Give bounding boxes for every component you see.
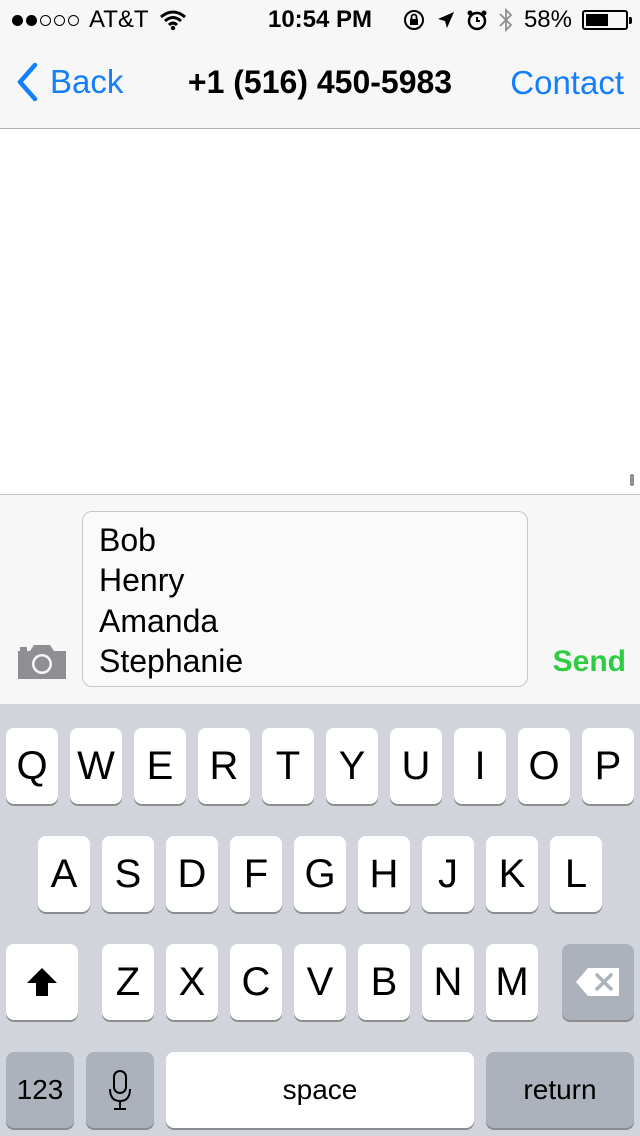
key-b[interactable]: B <box>358 944 410 1020</box>
key-n[interactable]: N <box>422 944 474 1020</box>
alarm-clock-icon <box>467 10 487 31</box>
battery-percent: 58% <box>523 6 572 33</box>
bluetooth-icon <box>499 7 513 33</box>
location-arrow-icon <box>437 12 454 28</box>
navigation-bar: Back +1 (516) 450-5983 Contact <box>0 40 640 129</box>
microphone-icon <box>109 1070 131 1110</box>
key-m[interactable]: M <box>486 944 538 1020</box>
key-w[interactable]: W <box>70 728 122 804</box>
key-i[interactable]: I <box>454 728 506 804</box>
shift-key[interactable] <box>6 944 78 1020</box>
battery-icon <box>582 10 632 30</box>
key-j[interactable]: J <box>422 836 474 912</box>
key-x[interactable]: X <box>166 944 218 1020</box>
status-bar: AT&T 10:54 PM 58% <box>0 0 640 40</box>
key-g[interactable]: G <box>294 836 346 912</box>
key-v[interactable]: V <box>294 944 346 1020</box>
delete-key[interactable] <box>562 944 634 1020</box>
key-f[interactable]: F <box>230 836 282 912</box>
key-z[interactable]: Z <box>102 944 154 1020</box>
rotation-lock-icon <box>403 10 424 30</box>
backspace-icon <box>576 968 619 996</box>
numbers-key[interactable]: 123 <box>6 1052 74 1128</box>
camera-icon[interactable] <box>16 641 68 681</box>
key-h[interactable]: H <box>358 836 410 912</box>
key-p[interactable]: P <box>582 728 634 804</box>
message-line: Amanda <box>99 603 219 639</box>
key-r[interactable]: R <box>198 728 250 804</box>
message-thread[interactable] <box>0 129 640 494</box>
key-t[interactable]: T <box>262 728 314 804</box>
dictation-key[interactable] <box>86 1052 154 1128</box>
key-e[interactable]: E <box>134 728 186 804</box>
key-c[interactable]: C <box>230 944 282 1020</box>
key-o[interactable]: O <box>518 728 570 804</box>
message-line: Henry <box>99 562 185 598</box>
key-s[interactable]: S <box>102 836 154 912</box>
scroll-indicator <box>630 474 634 486</box>
send-button[interactable]: Send <box>553 645 626 679</box>
contact-button[interactable]: Contact <box>510 64 624 102</box>
compose-bar: Bob Henry Amanda Stephanie Send <box>0 494 640 705</box>
return-key[interactable]: return <box>486 1052 634 1128</box>
message-line: Stephanie <box>99 643 244 679</box>
shift-arrow-icon <box>27 968 57 996</box>
key-y[interactable]: Y <box>326 728 378 804</box>
key-k[interactable]: K <box>486 836 538 912</box>
key-q[interactable]: Q <box>6 728 58 804</box>
key-a[interactable]: A <box>38 836 90 912</box>
space-key[interactable]: space <box>166 1052 474 1128</box>
battery-fill <box>586 14 608 26</box>
message-input[interactable]: Bob Henry Amanda Stephanie <box>82 511 528 687</box>
status-right: 58% <box>402 6 632 34</box>
keyboard: Q W E R T Y U I O P A S D F G H J K L Z … <box>0 704 640 1136</box>
message-line: Bob <box>99 522 156 558</box>
key-d[interactable]: D <box>166 836 218 912</box>
key-l[interactable]: L <box>550 836 602 912</box>
key-u[interactable]: U <box>390 728 442 804</box>
